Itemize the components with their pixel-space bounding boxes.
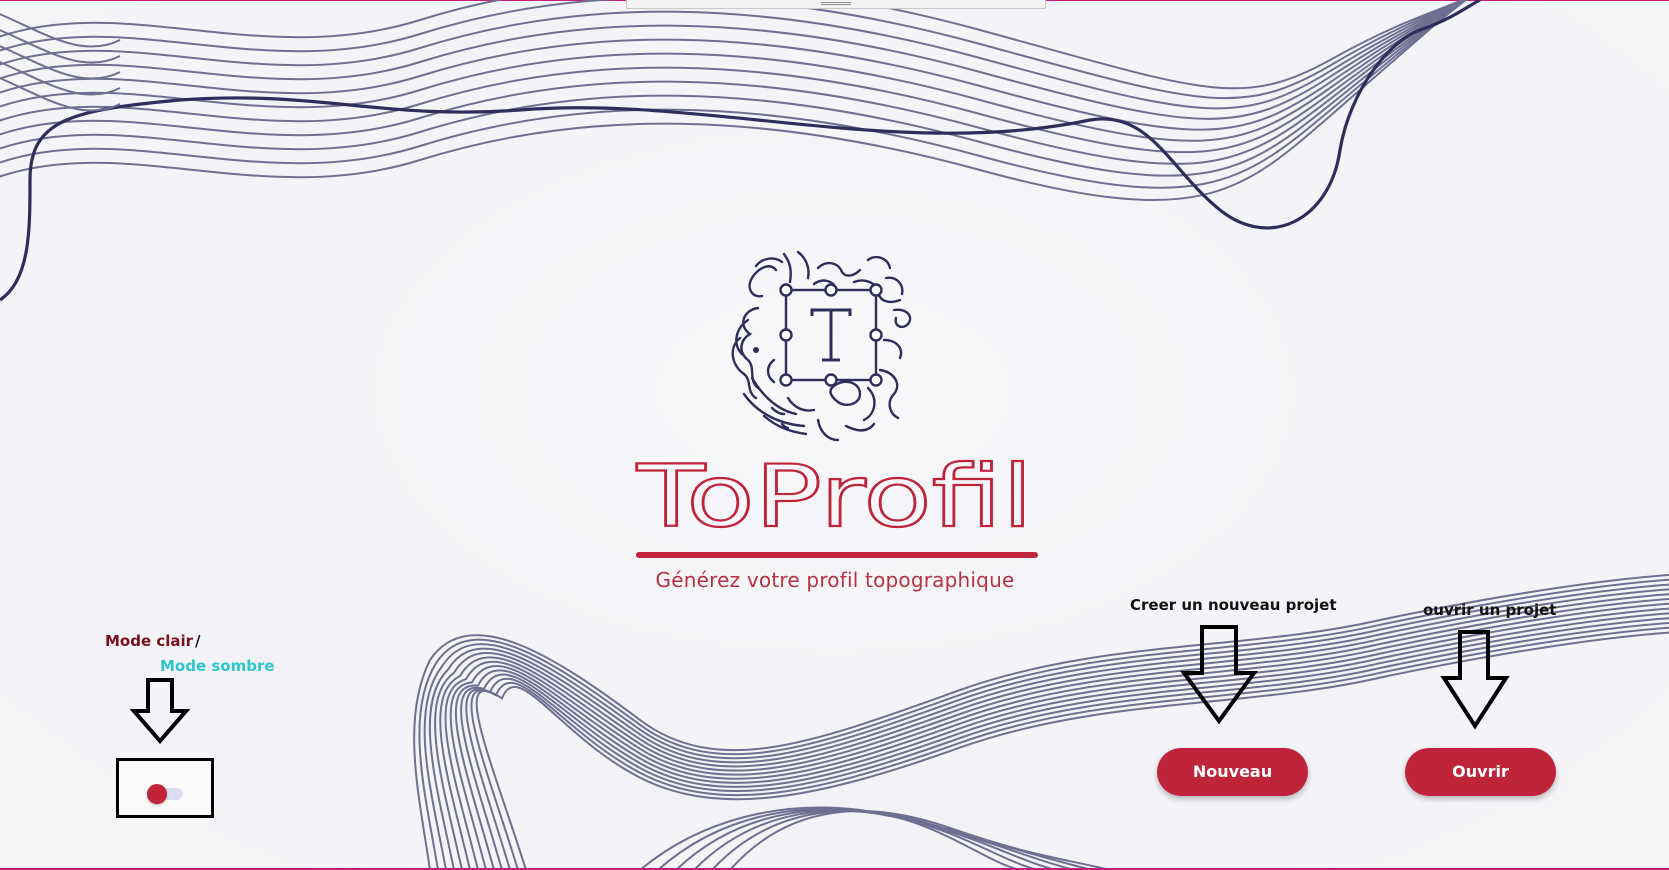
mode-sombre-label: Mode sombre [160, 657, 275, 675]
welcome-screen: ToProfil Générez votre profil topographi… [0, 0, 1669, 870]
title-underline [636, 552, 1038, 558]
theme-toggle-knob[interactable] [147, 784, 167, 804]
nouveau-hint: Creer un nouveau projet [1130, 596, 1337, 614]
theme-toggle-frame [116, 758, 214, 818]
app-subtitle: Générez votre profil topographique [655, 568, 1015, 592]
topographic-t-logo-icon [731, 250, 912, 442]
down-arrow-icon [130, 678, 190, 744]
ouvrir-button[interactable]: Ouvrir [1405, 748, 1556, 796]
down-arrow-icon [1440, 630, 1510, 730]
ouvrir-hint: ouvrir un projet [1423, 601, 1557, 619]
down-arrow-icon [1180, 625, 1258, 725]
app-title: ToProfil [635, 448, 1034, 548]
grip-icon [821, 2, 851, 5]
nouveau-button[interactable]: Nouveau [1157, 748, 1308, 796]
slash-label: / [195, 632, 201, 650]
app-title-text: ToProfil [636, 448, 1033, 547]
mode-clair-label: Mode clair [105, 632, 194, 650]
drag-handle[interactable] [626, 0, 1046, 9]
